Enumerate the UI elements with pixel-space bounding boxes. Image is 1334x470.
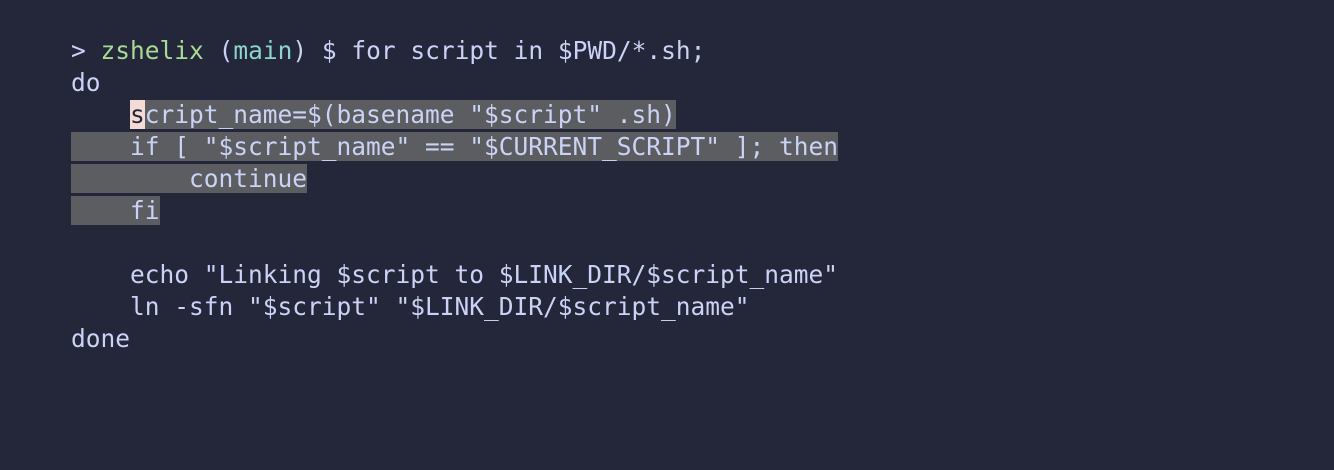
code-line-continue[interactable]: continue (12, 131, 1334, 193)
code-line-done: done (12, 291, 1334, 353)
code-line-fi[interactable]: fi (12, 163, 1334, 225)
code-line-echo: echo "Linking $script to $LINK_DIR/$scri… (12, 227, 1334, 289)
code-line-if[interactable]: if [ "$script_name" == "$CURRENT_SCRIPT"… (12, 99, 1334, 161)
code-line-ln: ln -sfn "$script" "$LINK_DIR/$script_nam… (12, 259, 1334, 321)
code-line-do: do (12, 35, 1334, 97)
code-text: done (71, 324, 131, 353)
code-line-script-name[interactable]: script_name=$(basename "$script" .sh) (12, 67, 1334, 129)
prompt-line: > zshelix (main) $ for script in $PWD/*.… (12, 3, 1334, 65)
terminal-window[interactable]: > zshelix (main) $ for script in $PWD/*.… (0, 0, 1334, 470)
